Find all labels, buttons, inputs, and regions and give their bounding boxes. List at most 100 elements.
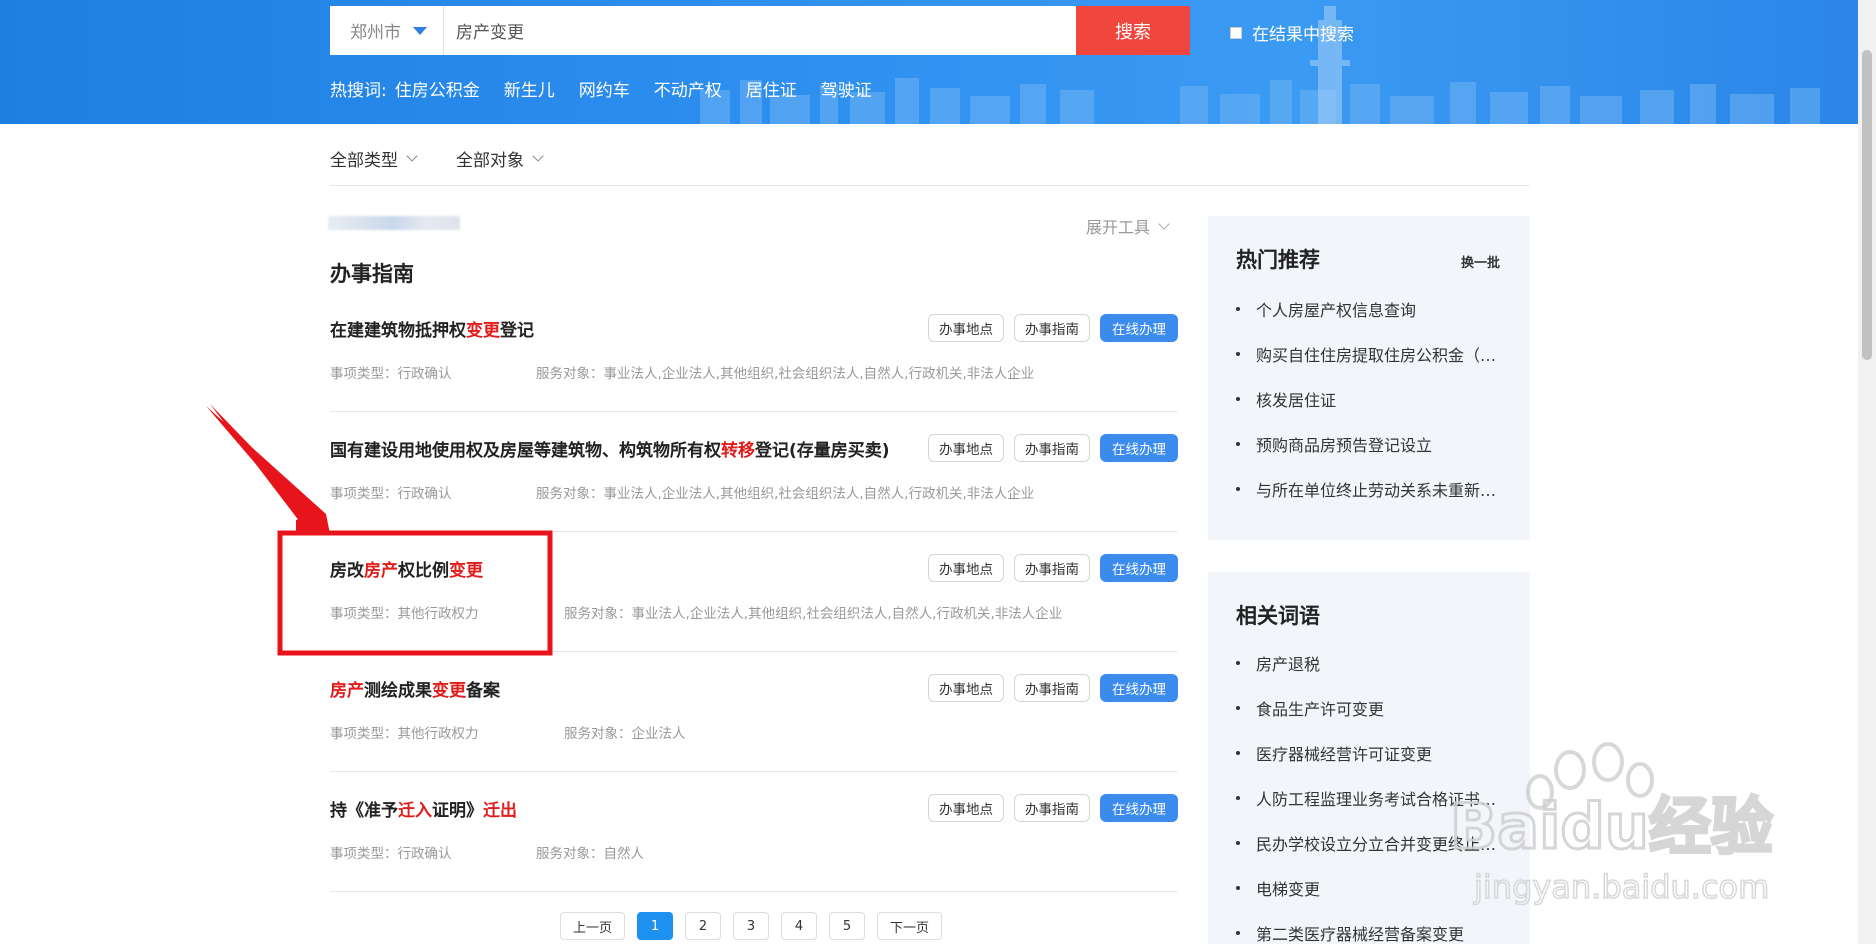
online-apply-button[interactable]: 在线办理: [1100, 314, 1178, 342]
result-type: 事项类型：行政确认: [330, 846, 452, 862]
result-title-link[interactable]: 国有建设用地使用权及房屋等建筑物、构筑物所有权转移登记(存量房买卖): [330, 436, 890, 461]
page-button[interactable]: 5: [829, 912, 866, 940]
page-button[interactable]: 2: [685, 912, 722, 940]
guide-button[interactable]: 办事指南: [1014, 794, 1090, 822]
hot-recommend-item-label: 核发居住证: [1256, 390, 1337, 410]
pagination: 上一页 1 2 3 4 5 下一页: [560, 912, 943, 940]
title-text: 登记(存量房买卖): [755, 441, 890, 461]
city-select[interactable]: 郑州市: [330, 6, 444, 55]
search-input[interactable]: [444, 6, 1076, 55]
page-button[interactable]: 3: [733, 912, 770, 940]
location-button[interactable]: 办事地点: [928, 434, 1004, 462]
bullet-icon: [1236, 351, 1240, 356]
online-apply-button[interactable]: 在线办理: [1100, 434, 1178, 462]
online-apply-button[interactable]: 在线办理: [1100, 794, 1178, 822]
watermark-brand: Baidu经验: [1450, 790, 1773, 863]
city-select-value: 郑州市: [350, 23, 401, 43]
result-title-link[interactable]: 房改房产权比例变更: [330, 556, 483, 581]
keyword-highlight: 变更: [466, 321, 500, 341]
hot-recommend-item[interactable]: 购买自住住房提取住房公积金（…: [1236, 331, 1506, 376]
keyword-highlight: 房产: [364, 561, 398, 581]
filter-bar: 全部类型 全部对象: [330, 140, 1530, 186]
page-scrollbar[interactable]: [1858, 0, 1876, 944]
baidu-jingyan-watermark: Baidu经验 jingyan.baidu.com: [1449, 742, 1774, 907]
online-apply-button[interactable]: 在线办理: [1100, 674, 1178, 702]
search-box: 郑州市 搜索: [330, 6, 1190, 55]
result-actions: 办事地点 办事指南 在线办理: [928, 554, 1178, 582]
title-text: 备案: [466, 681, 500, 701]
result-title-link[interactable]: 持《准予迁入证明》迁出: [330, 796, 517, 821]
hot-search-label: 热搜词:: [330, 81, 387, 101]
title-text: 房改: [330, 561, 364, 581]
filter-target-label: 全部对象: [456, 150, 524, 171]
result-actions: 办事地点 办事指南 在线办理: [928, 794, 1178, 822]
result-target: 服务对象：事业法人,企业法人,其他组织,社会组织法人,自然人,行政机关,非法人企…: [564, 606, 1063, 622]
keyword-highlight: 变更: [449, 561, 483, 581]
refresh-batch-button[interactable]: 换一批: [1461, 252, 1500, 271]
hot-word-link[interactable]: 驾驶证: [821, 76, 872, 101]
hot-recommend-list: 个人房屋产权信息查询 购买自住住房提取住房公积金（… 核发居住证 预购商品房预告…: [1236, 286, 1506, 511]
result-title-link[interactable]: 房产测绘成果变更备案: [330, 676, 500, 701]
bullet-icon: [1236, 396, 1240, 401]
result-target: 服务对象：企业法人: [564, 726, 686, 742]
related-term-label: 房产退税: [1256, 654, 1321, 674]
result-type: 事项类型：行政确认: [330, 366, 452, 382]
hot-recommend-item[interactable]: 个人房屋产权信息查询: [1236, 286, 1506, 331]
keyword-highlight: 变更: [432, 681, 466, 701]
hot-word-link[interactable]: 居住证: [746, 76, 797, 101]
online-apply-button[interactable]: 在线办理: [1100, 554, 1178, 582]
keyword-highlight: 迁出: [483, 801, 517, 821]
bullet-icon: [1236, 750, 1240, 755]
result-type: 事项类型：其他行政权力: [330, 606, 479, 622]
guide-button[interactable]: 办事指南: [1014, 554, 1090, 582]
page-button-current[interactable]: 1: [637, 912, 674, 940]
search-button[interactable]: 搜索: [1076, 6, 1190, 55]
hot-recommend-item[interactable]: 预购商品房预告登记设立: [1236, 421, 1506, 466]
keyword-highlight: 房产: [330, 681, 364, 701]
keyword-highlight: 转移: [721, 441, 755, 461]
search-in-results-checkbox[interactable]: [1230, 26, 1242, 39]
related-term-label: 医疗器械经营许可证变更: [1256, 744, 1433, 764]
bullet-icon: [1236, 795, 1240, 800]
scrollbar-thumb[interactable]: [1862, 50, 1872, 360]
chevron-down-icon: [406, 149, 418, 162]
hot-recommend-panel: 热门推荐 换一批 个人房屋产权信息查询 购买自住住房提取住房公积金（… 核发居住…: [1208, 216, 1530, 540]
hot-recommend-item-label: 预购商品房预告登记设立: [1256, 435, 1433, 455]
expand-tools-toggle[interactable]: 展开工具: [1086, 214, 1170, 238]
title-text: 国有建设用地使用权及房屋等建筑物、构筑物所有权: [330, 441, 721, 461]
red-arrow-shaft: [210, 404, 322, 530]
location-button[interactable]: 办事地点: [928, 794, 1004, 822]
result-title-link[interactable]: 在建建筑物抵押权变更登记: [330, 316, 534, 341]
result-target: 服务对象：事业法人,企业法人,其他组织,社会组织法人,自然人,行政机关,非法人企…: [536, 366, 1035, 382]
related-term-item[interactable]: 房产退税: [1236, 640, 1506, 685]
hot-search-words: 热搜词: 住房公积金 新生儿 网约车 不动产权 居住证 驾驶证: [330, 76, 896, 101]
guide-button[interactable]: 办事指南: [1014, 434, 1090, 462]
next-page-button[interactable]: 下一页: [877, 912, 943, 940]
location-button[interactable]: 办事地点: [928, 314, 1004, 342]
title-text: 在建建筑物抵押权: [330, 321, 466, 341]
filter-type-dropdown[interactable]: 全部类型: [330, 140, 418, 176]
page-button[interactable]: 4: [781, 912, 818, 940]
prev-page-button[interactable]: 上一页: [560, 912, 626, 940]
hot-word-link[interactable]: 不动产权: [654, 76, 722, 101]
hot-word-link[interactable]: 住房公积金: [395, 76, 480, 101]
search-in-results-option[interactable]: 在结果中搜索: [1230, 20, 1354, 45]
guide-button[interactable]: 办事指南: [1014, 674, 1090, 702]
title-text: 持《准予: [330, 801, 398, 821]
guide-button[interactable]: 办事指南: [1014, 314, 1090, 342]
hot-recommend-item[interactable]: 核发居住证: [1236, 376, 1506, 421]
location-button[interactable]: 办事地点: [928, 674, 1004, 702]
filter-type-label: 全部类型: [330, 150, 398, 171]
result-item: 持《准予迁入证明》迁出 事项类型：行政确认 服务对象：自然人 办事地点 办事指南…: [330, 772, 1178, 892]
related-term-item[interactable]: 食品生产许可变更: [1236, 685, 1506, 730]
result-actions: 办事地点 办事指南 在线办理: [928, 314, 1178, 342]
location-button[interactable]: 办事地点: [928, 554, 1004, 582]
section-title: 办事指南: [330, 262, 414, 286]
hot-word-link[interactable]: 新生儿: [504, 76, 555, 101]
search-in-results-label: 在结果中搜索: [1252, 25, 1354, 45]
filter-target-dropdown[interactable]: 全部对象: [456, 140, 544, 176]
hot-recommend-item[interactable]: 与所在单位终止劳动关系未重新…: [1236, 466, 1506, 511]
caret-down-icon: [413, 26, 427, 35]
bullet-icon: [1236, 660, 1240, 665]
hot-word-link[interactable]: 网约车: [579, 76, 630, 101]
